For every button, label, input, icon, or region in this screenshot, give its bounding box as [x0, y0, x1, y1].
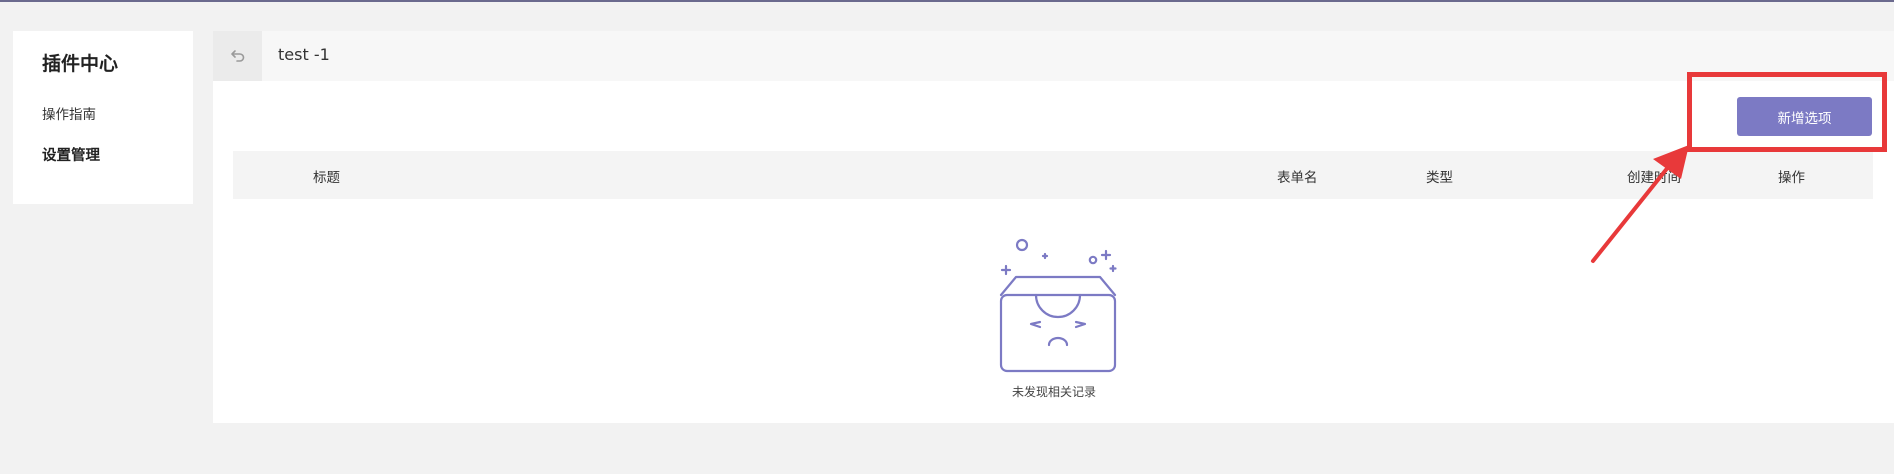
column-header-actions: 操作: [1778, 170, 1805, 186]
sidebar-item-settings[interactable]: 设置管理: [42, 144, 100, 165]
annotation-highlight-box: [1687, 72, 1887, 152]
header-bar: test -1: [213, 31, 1894, 81]
column-header-title: 标题: [313, 170, 340, 186]
top-border: [0, 0, 1894, 2]
sidebar-title: 插件中心: [42, 53, 119, 75]
column-header-form-name: 表单名: [1277, 170, 1318, 186]
page-title: test -1: [278, 45, 330, 64]
column-header-type: 类型: [1426, 170, 1453, 186]
sidebar: 插件中心 操作指南 设置管理: [13, 31, 193, 204]
empty-box-icon: [999, 238, 1117, 373]
back-arrow-icon: [230, 50, 244, 62]
annotation-arrow: [1591, 145, 1689, 263]
back-button[interactable]: [213, 31, 262, 81]
empty-state: 未发现相关记录: [983, 236, 1125, 406]
sidebar-item-guide[interactable]: 操作指南: [42, 103, 96, 123]
empty-state-text: 未发现相关记录: [1011, 385, 1096, 399]
